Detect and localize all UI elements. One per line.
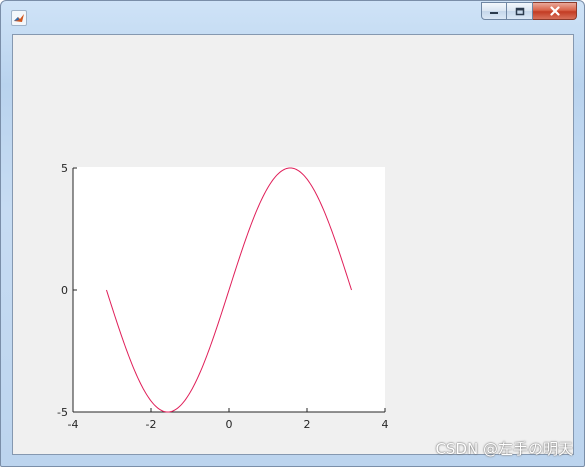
x-tick-label: 0 bbox=[226, 418, 233, 431]
line-chart: -4 -2 0 2 4 -5 0 5 bbox=[57, 162, 389, 431]
x-tick-label: -4 bbox=[68, 418, 79, 431]
y-tick-label: 0 bbox=[61, 284, 68, 297]
sine-series-line bbox=[106, 167, 352, 413]
x-tick-label: 2 bbox=[304, 418, 311, 431]
y-tick-label: -5 bbox=[57, 406, 68, 419]
y-tick-label: 5 bbox=[61, 162, 68, 175]
x-tick-label: 4 bbox=[382, 418, 389, 431]
watermark-text: CSDN @左手の明天 bbox=[435, 440, 573, 458]
x-tick-label: -2 bbox=[146, 418, 157, 431]
